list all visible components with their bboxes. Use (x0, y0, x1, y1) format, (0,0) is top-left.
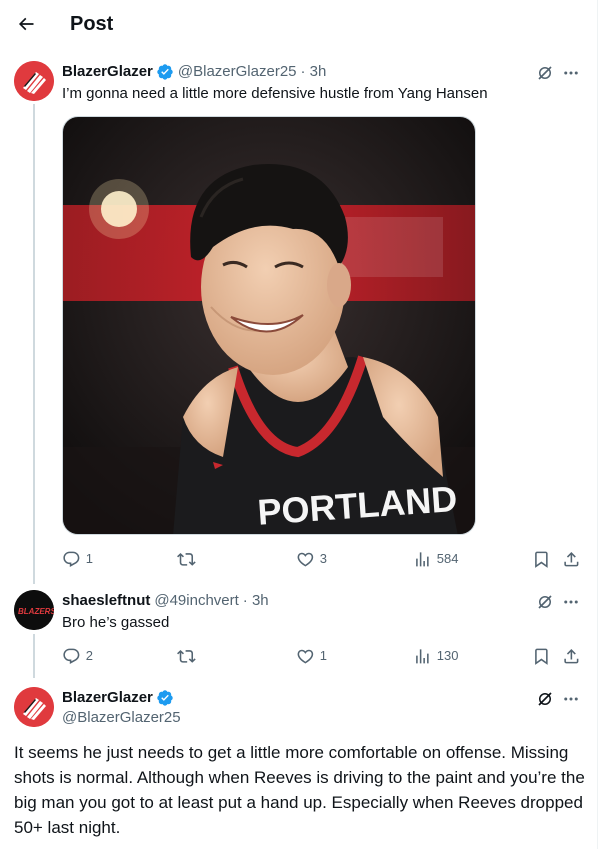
post-header: shaesleftnut @49inchvert · 3h (62, 591, 269, 611)
more-dots-icon (564, 600, 578, 604)
thread-line (33, 104, 35, 584)
share-button[interactable] (561, 646, 581, 666)
svg-text:BLAZERS: BLAZERS (18, 607, 54, 616)
bookmark-button[interactable] (531, 646, 551, 666)
reply-button[interactable]: 2 (62, 647, 93, 666)
views-button[interactable]: 584 (413, 550, 458, 569)
reply-button[interactable]: 1 (62, 550, 93, 569)
back-button[interactable] (10, 8, 42, 40)
like-count: 1 (319, 648, 327, 664)
share-icon (563, 648, 579, 664)
views-icon (416, 552, 429, 567)
repost-icon (177, 553, 196, 566)
display-name[interactable]: shaesleftnut (62, 591, 150, 611)
avatar[interactable] (14, 61, 54, 101)
grok-button[interactable] (534, 62, 556, 84)
post-time[interactable]: · 3h (301, 62, 327, 82)
share-button[interactable] (561, 549, 581, 569)
blazers-pinwheel-logo (14, 687, 54, 727)
verified-badge-icon[interactable] (156, 689, 174, 707)
share-icon (563, 551, 579, 567)
grok-button[interactable] (534, 591, 556, 613)
grok-icon (538, 66, 552, 80)
post-text: I’m gonna need a little more defensive h… (62, 85, 488, 102)
verified-badge-icon[interactable] (156, 63, 174, 81)
view-count: 584 (436, 551, 459, 567)
more-options-button[interactable] (560, 591, 582, 613)
grok-icon (538, 692, 552, 706)
user-handle[interactable]: @BlazerGlazer25 (178, 62, 297, 82)
thread-line (33, 634, 35, 678)
post-header: BlazerGlazer @BlazerGlazer25 · 3h (62, 62, 326, 82)
grok-button[interactable] (534, 688, 556, 710)
like-button[interactable]: 3 (296, 550, 327, 569)
bookmark-button[interactable] (531, 549, 551, 569)
repost-button[interactable] (177, 647, 196, 666)
header: Post (0, 0, 597, 48)
reply-count: 1 (85, 551, 93, 567)
more-options-button[interactable] (560, 62, 582, 84)
post-time[interactable]: · 3h (243, 591, 269, 611)
avatar[interactable]: BLAZERS (14, 590, 54, 630)
heart-icon (297, 552, 314, 567)
page-title: Post (70, 13, 114, 35)
post-media[interactable]: PORTLAND (62, 116, 476, 535)
post-header: BlazerGlazer (62, 688, 174, 708)
back-arrow-icon (18, 17, 34, 31)
bookmark-icon (534, 551, 548, 568)
blazers-pinwheel-logo (14, 61, 54, 101)
more-dots-icon (564, 71, 578, 75)
more-options-button[interactable] (560, 688, 582, 710)
user-handle[interactable]: @BlazerGlazer25 (62, 708, 181, 728)
repost-icon (177, 650, 196, 663)
display-name[interactable]: BlazerGlazer (62, 688, 153, 708)
user-handle[interactable]: @49inchvert (154, 591, 238, 611)
heart-icon (297, 649, 314, 664)
view-count: 130 (436, 648, 459, 664)
like-button[interactable]: 1 (296, 647, 327, 666)
handle-line: @BlazerGlazer25 (62, 708, 181, 728)
avatar[interactable] (14, 687, 54, 727)
like-count: 3 (319, 551, 327, 567)
bookmark-icon (534, 648, 548, 665)
reply-icon (63, 551, 80, 567)
repost-button[interactable] (177, 550, 196, 569)
player-photo: PORTLAND (63, 117, 475, 534)
blazers-logo: BLAZERS (14, 590, 54, 630)
post-text: It seems he just needs to get a little m… (14, 743, 585, 837)
reply-count: 2 (85, 648, 93, 664)
grok-icon (538, 595, 552, 609)
more-dots-icon (564, 697, 578, 701)
views-icon (416, 649, 429, 664)
display-name[interactable]: BlazerGlazer (62, 62, 153, 82)
reply-icon (63, 648, 80, 664)
views-button[interactable]: 130 (413, 647, 458, 666)
post-text: Bro he’s gassed (62, 614, 170, 631)
